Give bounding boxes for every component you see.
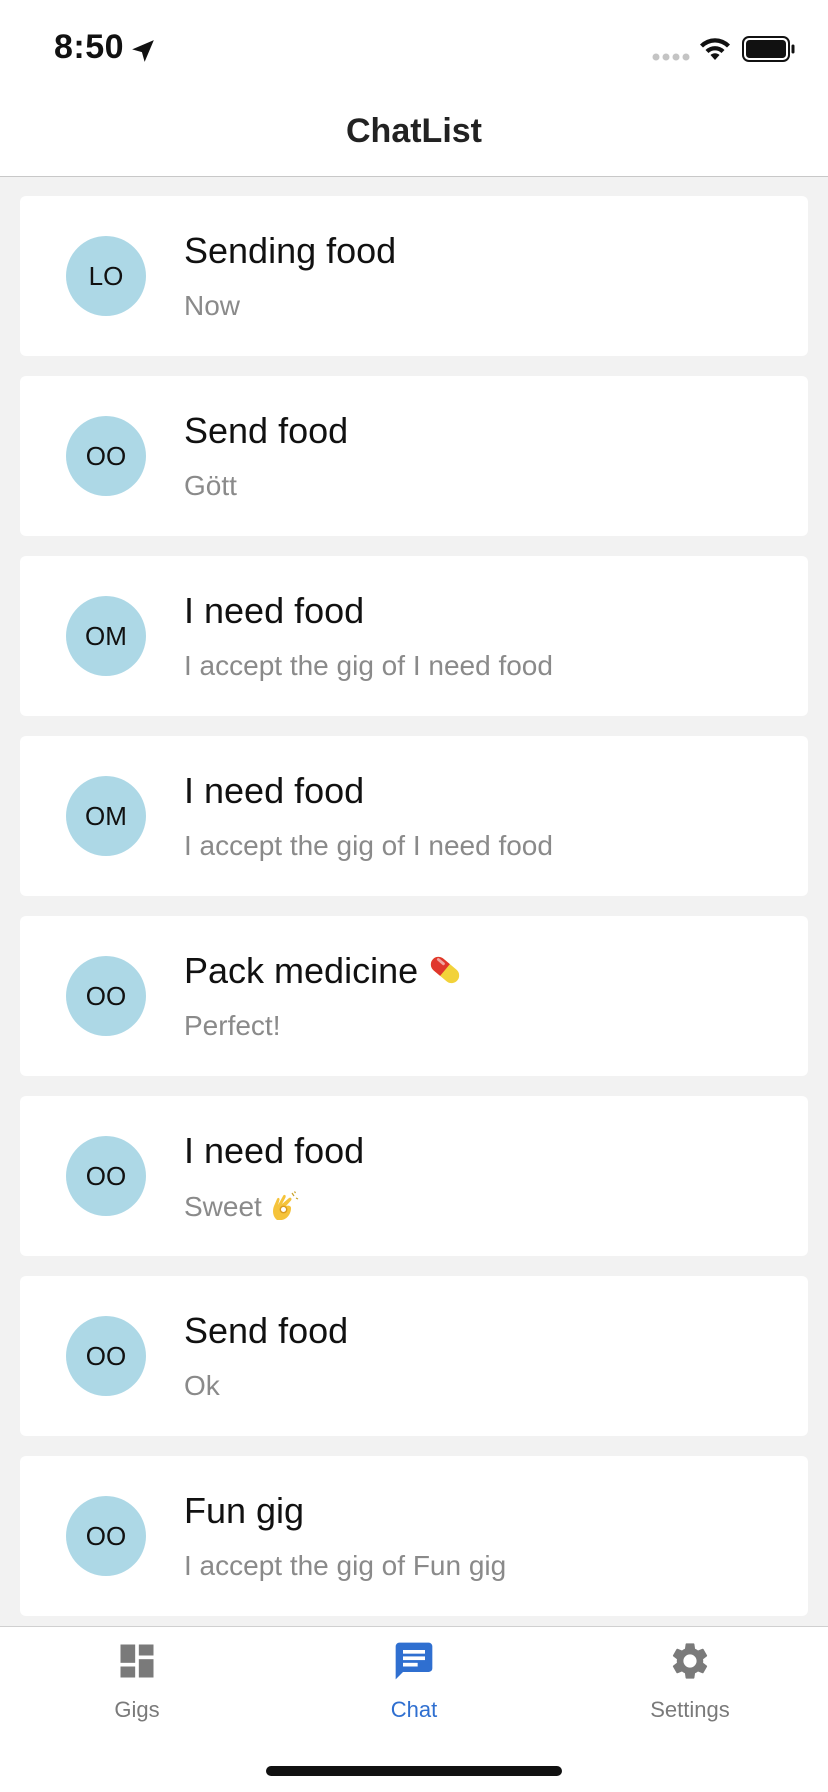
tab-settings[interactable]: Settings: [590, 1639, 790, 1739]
chat-list-item[interactable]: OO Pack medicine Perfect!: [20, 916, 808, 1076]
chat-list-item[interactable]: OO Fun gig I accept the gig of Fun gig: [20, 1456, 808, 1616]
avatar: OO: [66, 1316, 146, 1396]
avatar: LO: [66, 236, 146, 316]
chat-title: Pack medicine: [184, 950, 419, 991]
header: ChatList: [0, 96, 828, 177]
battery-icon: [742, 36, 795, 62]
screen: 8:50 ChatList LO Sending food Now OO Sen…: [0, 0, 828, 1792]
chat-list-item[interactable]: LO Sending food Now: [20, 196, 808, 356]
chat-icon: [395, 1642, 433, 1680]
avatar: OM: [66, 776, 146, 856]
avatar: OO: [66, 1136, 146, 1216]
chat-title: I need food: [184, 590, 365, 631]
chat-preview-row: Sweet: [184, 1190, 300, 1223]
chat-list-item[interactable]: OM I need food I accept the gig of I nee…: [20, 556, 808, 716]
tab-settings-label: Settings: [650, 1697, 730, 1722]
chat-preview: I accept the gig of I need food: [184, 830, 553, 861]
chat-title: I need food: [184, 1130, 365, 1171]
dashboard-icon: [120, 1644, 154, 1678]
tab-chat-label: Chat: [390, 1697, 438, 1722]
chat-title: I need food: [184, 770, 365, 811]
page-title: ChatList: [346, 112, 482, 150]
tab-chat[interactable]: Chat: [314, 1639, 514, 1739]
chat-preview: Now: [184, 290, 241, 321]
tab-gigs-label: Gigs: [114, 1697, 160, 1722]
chat-title-row: Pack medicine: [184, 950, 464, 992]
chat-list-item[interactable]: OO Send food Gött: [20, 376, 808, 536]
chat-title: Send food: [184, 1310, 349, 1351]
chat-preview: I accept the gig of Fun gig: [184, 1550, 507, 1581]
location-arrow-icon: [132, 40, 154, 62]
tab-gigs[interactable]: Gigs: [37, 1639, 237, 1739]
chat-preview: Gött: [184, 470, 237, 501]
avatar: OO: [66, 956, 146, 1036]
chat-preview: Sweet: [184, 1191, 262, 1222]
avatar: OM: [66, 596, 146, 676]
chat-title: Fun gig: [184, 1490, 305, 1531]
chat-list-item[interactable]: OO Send food Ok: [20, 1276, 808, 1436]
chat-list[interactable]: LO Sending food Now OO Send food Gött OM…: [20, 196, 808, 1626]
home-indicator[interactable]: [266, 1766, 562, 1776]
status-bar: 8:50: [0, 0, 828, 96]
avatar: OO: [66, 1496, 146, 1576]
status-time: 8:50: [54, 28, 125, 66]
cellular-signal-icon: [652, 53, 690, 61]
chat-title: Send food: [184, 410, 349, 451]
chat-title: Sending food: [184, 230, 397, 271]
chat-list-item[interactable]: OM I need food I accept the gig of I nee…: [20, 736, 808, 896]
chat-preview: I accept the gig of I need food: [184, 650, 553, 681]
gear-icon: [672, 1643, 708, 1679]
wifi-icon: [700, 38, 730, 60]
avatar: OO: [66, 416, 146, 496]
ok-hand-emoji-icon: [272, 1191, 299, 1220]
chat-list-item[interactable]: OO I need food Sweet: [20, 1096, 808, 1256]
chat-preview: Ok: [184, 1370, 220, 1401]
chat-preview: Perfect!: [184, 1010, 281, 1041]
pill-emoji-icon: [430, 956, 460, 984]
